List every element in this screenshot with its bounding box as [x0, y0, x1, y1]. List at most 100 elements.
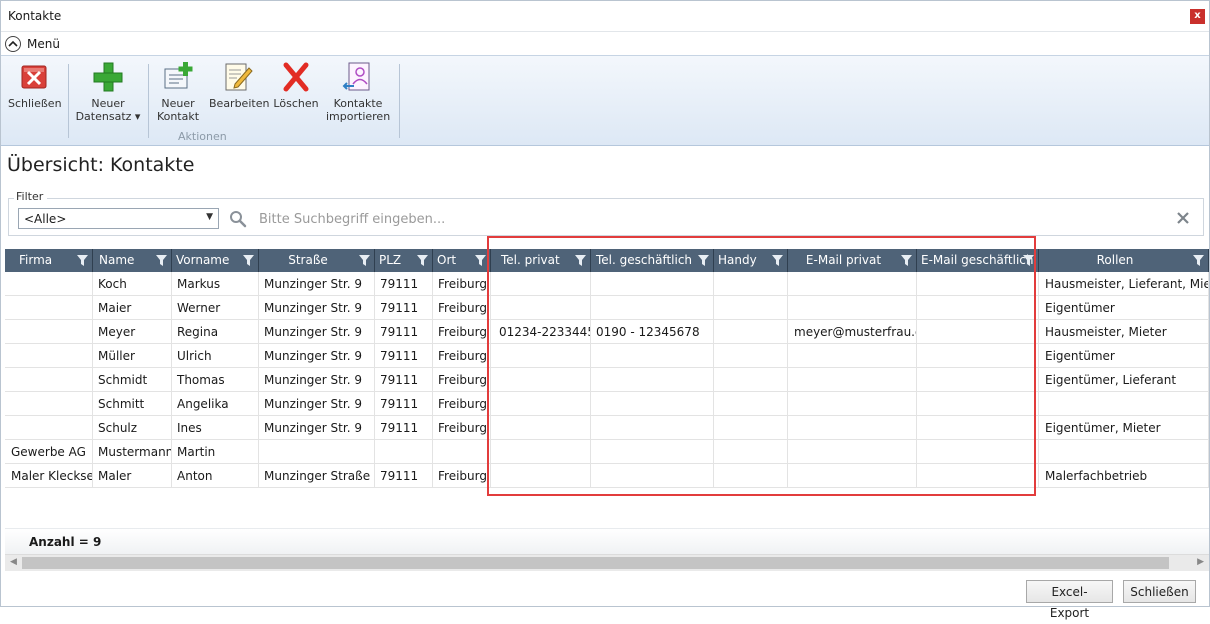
window-title: Kontakte [8, 9, 62, 23]
filter-funnel-icon[interactable] [901, 255, 912, 266]
table-row[interactable]: Schmidt Thomas Munzinger Str. 9 79111 Freibu… [5, 368, 1209, 392]
cell-handy [714, 296, 788, 320]
cell-strasse: Munzinger Str. 9 [259, 344, 375, 368]
column-header-email-geschaeftlich[interactable]: E-Mail geschäftlich [917, 249, 1039, 272]
column-header-name[interactable]: Name [93, 249, 172, 272]
column-header-label: Name [99, 253, 135, 267]
cell-ort: Freiburg [433, 416, 491, 440]
cell-firma [5, 320, 93, 344]
import-icon [342, 62, 370, 91]
table-row[interactable]: Gewerbe AG Mustermann Martin [5, 440, 1209, 464]
cell-vorname: Ulrich [172, 344, 259, 368]
cell-tel-privat [491, 416, 591, 440]
filter-funnel-icon[interactable] [772, 255, 783, 266]
column-header-plz[interactable]: PLZ [375, 249, 433, 272]
cell-strasse: Munzinger Str. 9 [259, 392, 375, 416]
filter-select-value: <Alle> [24, 212, 67, 226]
menu-label[interactable]: Menü [27, 37, 60, 51]
edit-button[interactable]: Bearbeiten [209, 60, 269, 110]
column-header-tel-geschaeftlich[interactable]: Tel. geschäftlich [591, 249, 714, 272]
import-label-2: importieren [326, 110, 391, 123]
cell-email-geschaeftlich [917, 392, 1039, 416]
cell-email-geschaeftlich [917, 344, 1039, 368]
cell-ort: Freiburg [433, 296, 491, 320]
clear-search-icon[interactable] [1176, 211, 1190, 225]
cell-ort: Freiburg [433, 344, 491, 368]
cell-tel-privat [491, 344, 591, 368]
filter-funnel-icon[interactable] [575, 255, 586, 266]
cell-vorname: Ines [172, 416, 259, 440]
filter-funnel-icon[interactable] [359, 255, 370, 266]
cell-email-privat [788, 416, 917, 440]
scroll-right-icon[interactable]: ▶ [1197, 557, 1204, 567]
close-button[interactable]: Schließen [1123, 580, 1196, 603]
cell-tel-geschaeftlich [591, 344, 714, 368]
scroll-left-icon[interactable]: ◀ [10, 557, 17, 567]
close-ribbon-button[interactable]: Schließen [8, 60, 62, 110]
cell-ort: Freiburg [433, 464, 491, 488]
delete-button[interactable]: Löschen [273, 60, 319, 110]
search-input[interactable] [257, 209, 1157, 229]
filter-funnel-icon[interactable] [698, 255, 709, 266]
filter-funnel-icon[interactable] [1023, 255, 1034, 266]
new-record-label-2: Datensatz ▾ [75, 110, 141, 123]
column-header-rollen[interactable]: Rollen [1039, 249, 1209, 272]
cell-plz: 79111 [375, 272, 433, 296]
cell-rollen [1039, 392, 1209, 416]
window-close-button[interactable]: x [1190, 9, 1205, 24]
table-row[interactable]: Maier Werner Munzinger Str. 9 79111 Freiburg… [5, 296, 1209, 320]
column-header-vorname[interactable]: Vorname [172, 249, 259, 272]
cell-email-privat [788, 464, 917, 488]
table-row[interactable]: Koch Markus Munzinger Str. 9 79111 Freiburg H… [5, 272, 1209, 296]
cell-email-geschaeftlich [917, 368, 1039, 392]
cell-tel-privat [491, 368, 591, 392]
table-row[interactable]: Maler Klecksel Maler Anton Munzinger Straße… [5, 464, 1209, 488]
cell-plz: 79111 [375, 464, 433, 488]
cell-tel-privat [491, 272, 591, 296]
filter-funnel-icon[interactable] [1193, 255, 1204, 266]
cell-tel-privat [491, 464, 591, 488]
filter-legend: Filter [16, 190, 44, 203]
cell-tel-geschaeftlich [591, 368, 714, 392]
filter-select[interactable]: <Alle> ▼ [18, 208, 219, 229]
table-row[interactable]: Müller Ulrich Munzinger Str. 9 79111 Freibur… [5, 344, 1209, 368]
cell-rollen: Hausmeister, Mieter [1039, 320, 1209, 344]
column-header-strasse[interactable]: Straße [259, 249, 375, 272]
new-contact-button[interactable]: Neuer Kontakt [155, 60, 201, 123]
column-header-label: Firma [19, 253, 53, 267]
chevron-down-icon[interactable]: ▼ [206, 212, 213, 222]
column-header-firma[interactable]: Firma [5, 249, 93, 272]
filter-funnel-icon[interactable] [243, 255, 254, 266]
excel-export-button[interactable]: Excel-Export [1026, 580, 1113, 620]
collapse-menu-icon[interactable] [5, 36, 21, 52]
cell-vorname: Markus [172, 272, 259, 296]
column-header-email-privat[interactable]: E-Mail privat [788, 249, 917, 272]
filter-funnel-icon[interactable] [475, 255, 486, 266]
column-header-tel-privat[interactable]: Tel. privat [491, 249, 591, 272]
table-row[interactable]: Schulz Ines Munzinger Str. 9 79111 Freiburg E… [5, 416, 1209, 440]
import-contacts-button[interactable]: Kontakte importieren [326, 60, 390, 123]
search-icon [230, 211, 247, 228]
scrollbar-thumb[interactable] [22, 557, 1169, 569]
table-row[interactable]: Meyer Regina Munzinger Str. 9 79111 Freiburg… [5, 320, 1209, 344]
plus-icon [93, 62, 123, 92]
cell-email-privat [788, 392, 917, 416]
close-icon [21, 65, 47, 89]
filter-funnel-icon[interactable] [77, 255, 88, 266]
column-header-ort[interactable]: Ort [433, 249, 491, 272]
cell-email-privat: meyer@musterfrau.de [788, 320, 917, 344]
delete-icon [283, 62, 309, 92]
cell-tel-geschaeftlich [591, 464, 714, 488]
cell-email-geschaeftlich [917, 272, 1039, 296]
menu-bar[interactable]: Menü [1, 33, 1209, 55]
horizontal-scrollbar[interactable]: ◀ ▶ [5, 554, 1209, 571]
cell-name: Schulz [93, 416, 172, 440]
filter-funnel-icon[interactable] [156, 255, 167, 266]
cell-handy [714, 344, 788, 368]
table-row[interactable]: Schmitt Angelika Munzinger Str. 9 79111 Frei… [5, 392, 1209, 416]
cell-vorname: Regina [172, 320, 259, 344]
column-header-handy[interactable]: Handy [714, 249, 788, 272]
new-record-button[interactable]: Neuer Datensatz ▾ [75, 60, 141, 123]
ribbon-separator [148, 64, 149, 138]
filter-funnel-icon[interactable] [417, 255, 428, 266]
